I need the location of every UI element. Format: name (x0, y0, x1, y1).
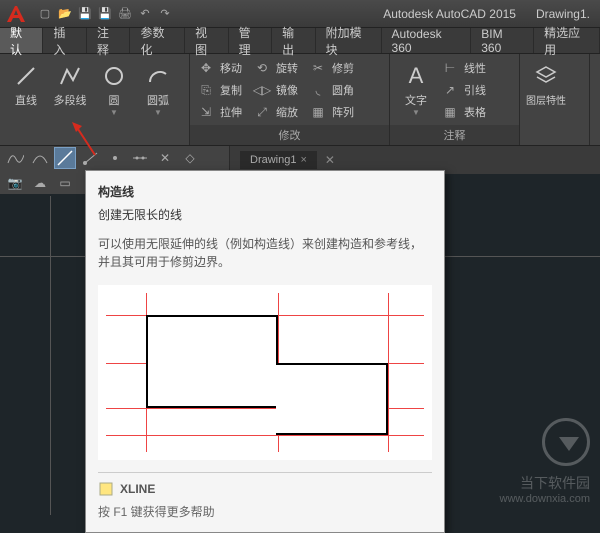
region-icon[interactable]: ◇ (179, 147, 201, 169)
tab-output[interactable]: 输出 (272, 28, 315, 53)
tab-view[interactable]: 视图 (185, 28, 228, 53)
new-tab-button[interactable]: ✕ (319, 153, 341, 167)
line-icon (12, 62, 40, 90)
tab-default[interactable]: 默认 (0, 28, 43, 53)
copy-icon[interactable]: ⎘ (196, 80, 216, 100)
tooltip: 构造线 创建无限长的线 可以使用无限延伸的线（例如构造线）来创建构造和参考线，并… (85, 170, 445, 533)
tab-manage[interactable]: 管理 (229, 28, 272, 53)
tab-a360[interactable]: Autodesk 360 (382, 28, 472, 53)
close-icon[interactable]: × (300, 154, 306, 166)
stretch-icon[interactable]: ⇲ (196, 102, 216, 122)
app-name: Autodesk AutoCAD 2015 (383, 7, 516, 21)
new-icon[interactable]: ▢ (36, 5, 54, 23)
tooltip-diagram (98, 285, 432, 460)
app-logo-icon[interactable] (4, 2, 28, 26)
panel-title: 注释 (390, 125, 519, 145)
quick-access-toolbar: ▢ 📂 💾 💾 🖨 ↶ ↷ (36, 5, 174, 23)
arc-icon (144, 62, 172, 90)
tooltip-description: 可以使用无限延伸的线（例如构造线）来创建构造和参考线，并且其可用于修剪边界。 (98, 235, 432, 271)
linear-dim-icon[interactable]: ⊢ (440, 58, 460, 78)
revision-cloud-icon[interactable]: ☁ (29, 172, 51, 194)
tab-bim360[interactable]: BIM 360 (471, 28, 534, 53)
tab-featured[interactable]: 精选应用 (534, 28, 600, 53)
watermark-url: www.downxia.com (500, 493, 590, 505)
panel-layers: 图层特性 (520, 54, 590, 145)
open-icon[interactable]: 📂 (56, 5, 74, 23)
wipeout-icon[interactable]: ▭ (54, 172, 76, 194)
tab-parametric[interactable]: 参数化 (130, 28, 185, 53)
trim-icon[interactable]: ✂ (308, 58, 328, 78)
tooltip-help: 按 F1 键获得更多帮助 (98, 503, 432, 520)
arc-button[interactable]: 圆弧 ▼ (138, 58, 178, 145)
tab-annotate[interactable]: 注释 (87, 28, 130, 53)
undo-icon[interactable]: ↶ (136, 5, 154, 23)
chevron-down-icon: ▼ (110, 108, 118, 117)
divide-icon[interactable] (129, 147, 151, 169)
doc-tab-label: Drawing1 (250, 154, 296, 166)
circle-icon (100, 62, 128, 90)
saveas-icon[interactable]: 💾 (96, 5, 114, 23)
document-name: Drawing1. (536, 7, 590, 21)
panel-annotation: A 文字 ▼ ⊢线性 ↗引线 ▦表格 注释 (390, 54, 520, 145)
polyline-icon (56, 62, 84, 90)
tab-insert[interactable]: 插入 (43, 28, 86, 53)
tab-addins[interactable]: 附加模块 (316, 28, 382, 53)
text-icon: A (402, 62, 430, 90)
panel-modify: ✥移动 ⟲旋转 ✂修剪 ⎘复制 ◁▷镜像 ◟圆角 ⇲拉伸 ⤢缩放 ▦阵列 修改 (190, 54, 390, 145)
rotate-icon[interactable]: ⟲ (252, 58, 272, 78)
tooltip-subtitle: 创建无限长的线 (98, 206, 432, 223)
tooltip-title: 构造线 (98, 183, 432, 200)
command-icon (98, 481, 114, 497)
save-icon[interactable]: 💾 (76, 5, 94, 23)
watermark: 当下软件园 www.downxia.com (500, 418, 590, 505)
camera-icon[interactable]: 📷 (4, 172, 26, 194)
layer-properties-button[interactable]: 图层特性 (526, 58, 566, 145)
redo-icon[interactable]: ↷ (156, 5, 174, 23)
download-icon (542, 418, 590, 466)
move-icon[interactable]: ✥ (196, 58, 216, 78)
array-icon[interactable]: ▦ (308, 102, 328, 122)
point-icon[interactable] (104, 147, 126, 169)
table-icon[interactable]: ▦ (440, 102, 460, 122)
mirror-icon[interactable]: ◁▷ (252, 80, 272, 100)
circle-button[interactable]: 圆 ▼ (94, 58, 134, 145)
plot-icon[interactable]: 🖨 (116, 5, 134, 23)
text-button[interactable]: A 文字 ▼ (396, 58, 436, 123)
title-text: Autodesk AutoCAD 2015 Drawing1. (383, 7, 590, 21)
spline-cv-icon[interactable] (29, 147, 51, 169)
leader-icon[interactable]: ↗ (440, 80, 460, 100)
spline-icon[interactable] (4, 147, 26, 169)
panel-title: 修改 (190, 125, 389, 145)
scale-icon[interactable]: ⤢ (252, 102, 272, 122)
line-button[interactable]: 直线 (6, 58, 46, 145)
ribbon-tabs: 默认 插入 注释 参数化 视图 管理 输出 附加模块 Autodesk 360 … (0, 28, 600, 54)
fillet-icon[interactable]: ◟ (308, 80, 328, 100)
chevron-down-icon: ▼ (412, 108, 420, 117)
chevron-down-icon: ▼ (154, 108, 162, 117)
measure-icon[interactable]: ✕ (154, 147, 176, 169)
watermark-text: 当下软件园 (520, 473, 590, 493)
layers-icon (532, 62, 560, 90)
command-name: XLINE (120, 482, 155, 496)
callout-arrow-icon (70, 120, 100, 160)
doc-tab[interactable]: Drawing1 × (240, 151, 317, 169)
tooltip-command: XLINE (98, 481, 432, 497)
